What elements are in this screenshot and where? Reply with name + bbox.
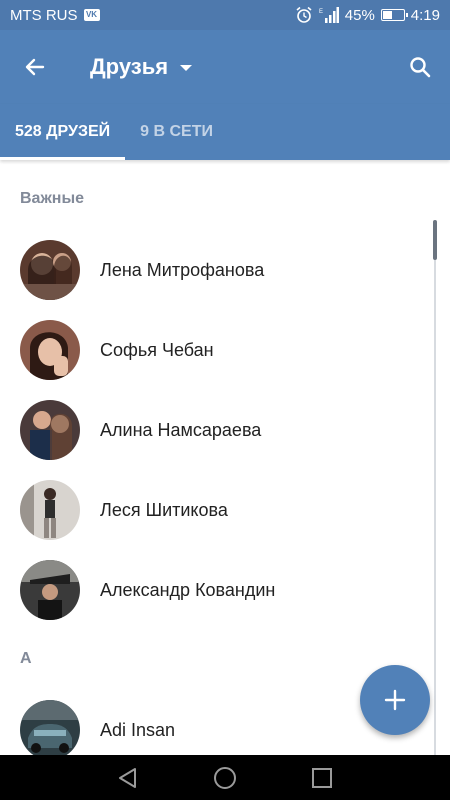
avatar	[20, 480, 80, 540]
section-header-important: Важные	[20, 190, 85, 207]
search-icon	[410, 57, 431, 78]
arrow-left-icon	[25, 58, 45, 76]
avatar	[20, 560, 80, 620]
circle-home-icon	[213, 766, 236, 789]
friend-name: Софья Чебан	[100, 339, 214, 360]
tab-online[interactable]: 9 В СЕТИ	[125, 104, 228, 160]
system-nav-bar	[0, 755, 450, 800]
vk-notification-icon: VK	[83, 9, 100, 21]
signal-icon: E	[319, 7, 339, 23]
square-recents-icon	[311, 767, 332, 788]
friend-name: Adi Insan	[100, 719, 176, 740]
carrier-name: MTS RUS	[10, 6, 78, 24]
tab-label: 528 ДРУЗЕЙ	[15, 123, 111, 140]
add-friend-button[interactable]	[360, 665, 430, 735]
toolbar: Друзья	[0, 30, 450, 104]
friend-row[interactable]: Лена Митрофанова	[0, 230, 430, 310]
page-title: Друзья	[90, 54, 169, 79]
nav-home-button[interactable]	[200, 755, 250, 800]
carrier-info: MTS RUS VK	[10, 7, 100, 24]
clock: 4:19	[410, 6, 440, 24]
avatar	[20, 320, 80, 380]
chevron-down-icon	[180, 65, 193, 71]
tab-all-friends[interactable]: 528 ДРУЗЕЙ	[0, 104, 126, 160]
scrollbar-thumb[interactable]	[433, 220, 437, 260]
friends-list[interactable]: Важные Лена Митрофанова Софья Чебан Алин…	[0, 160, 450, 755]
status-icons: E 45% 4:19	[295, 6, 440, 24]
search-button[interactable]	[390, 30, 450, 104]
friend-row[interactable]: Софья Чебан	[0, 310, 430, 390]
friend-row[interactable]: Александр Ковандин	[0, 550, 430, 630]
back-button[interactable]	[0, 30, 70, 104]
avatar	[20, 240, 80, 300]
friend-name: Александр Ковандин	[100, 579, 276, 600]
friend-name: Лена Митрофанова	[100, 259, 265, 280]
avatar	[20, 700, 80, 755]
nav-recents-button[interactable]	[297, 755, 347, 800]
title-dropdown[interactable]: Друзья	[90, 54, 193, 80]
battery-icon	[380, 9, 408, 21]
avatar	[20, 400, 80, 460]
friend-row[interactable]: Леся Шитикова	[0, 470, 430, 550]
tab-label: 9 В СЕТИ	[140, 123, 213, 140]
plus-icon	[384, 689, 406, 711]
friend-row[interactable]: Алина Намсараева	[0, 390, 430, 470]
friends-screen: MTS RUS VK E 45% 4:19 Друзья 528 ДРУЗЕЙ …	[0, 0, 450, 800]
status-bar: MTS RUS VK E 45% 4:19	[0, 0, 450, 30]
battery-percent: 45%	[344, 6, 375, 24]
scroll-track	[434, 260, 436, 755]
section-header-letter: A	[20, 650, 32, 667]
friend-name: Алина Намсараева	[100, 419, 262, 440]
alarm-icon	[296, 6, 312, 23]
triangle-back-icon	[119, 767, 137, 788]
friend-name: Леся Шитикова	[100, 499, 228, 520]
svg-text:E: E	[319, 9, 323, 15]
friends-tabs: 528 ДРУЗЕЙ 9 В СЕТИ	[0, 104, 450, 160]
nav-back-button[interactable]	[103, 755, 153, 800]
